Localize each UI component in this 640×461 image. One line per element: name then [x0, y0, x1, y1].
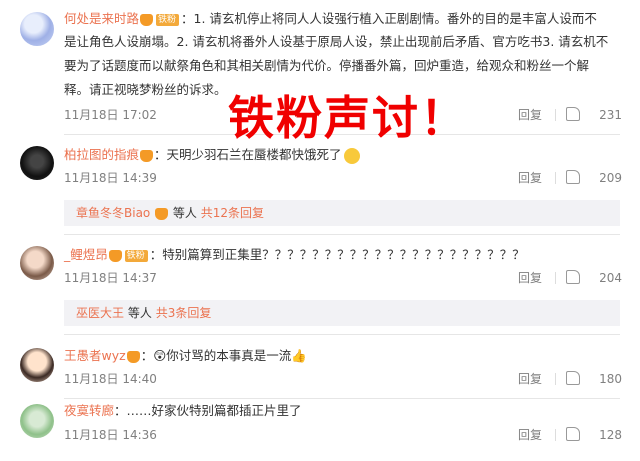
thumbs-up-icon — [566, 427, 580, 441]
reply-username[interactable]: 章鱼冬冬Biao — [76, 206, 150, 220]
reply-suffix: 等人 — [127, 306, 152, 320]
like-count: 180 — [599, 372, 622, 386]
fan-badge: 铁粉 — [124, 249, 148, 262]
avatar[interactable] — [20, 146, 54, 180]
comment-line: 王愚者wyz ：😲你讨骂的本事真是一流👍 — [64, 345, 622, 366]
comment-meta: 11月18日 14:39 回复 209 — [64, 168, 622, 188]
divider — [555, 109, 556, 121]
fan-heart-icon — [108, 249, 122, 262]
username[interactable]: _鲤煜昂 — [64, 247, 108, 262]
reply-suffix: 等人 — [172, 206, 197, 220]
like-count: 231 — [599, 108, 622, 122]
thumbs-up-icon — [566, 107, 580, 121]
avatar[interactable] — [20, 12, 54, 46]
timestamp: 11月18日 14:36 — [64, 428, 157, 442]
thumbs-up-icon — [566, 270, 580, 284]
divider — [555, 272, 556, 284]
reply-button[interactable]: 回复 — [518, 369, 542, 389]
fan-heart-icon — [140, 13, 154, 26]
divider — [555, 172, 556, 184]
timestamp: 11月18日 14:39 — [64, 171, 157, 185]
username[interactable]: 何处是来时路 — [64, 11, 139, 26]
like-count: 209 — [599, 171, 622, 185]
reply-button[interactable]: 回复 — [518, 268, 542, 288]
timestamp: 11月18日 14:37 — [64, 271, 157, 285]
like-button[interactable]: 128 — [560, 425, 622, 445]
reply-username[interactable]: 巫医大王 — [76, 306, 124, 320]
comment-text: ：😲你讨骂的本事真是一流👍 — [140, 348, 307, 363]
username[interactable]: 柏拉图的指痕 — [64, 147, 139, 162]
like-button[interactable]: 231 — [560, 105, 622, 125]
like-button[interactable]: 180 — [560, 369, 622, 389]
thumbs-up-icon — [566, 371, 580, 385]
username[interactable]: 夜寞转廊 — [64, 403, 114, 418]
divider — [64, 334, 620, 335]
comment-text: ：特别篇算到正集里？？？？？？？？？？？？？？？？？？？？？ — [149, 247, 525, 262]
comment-meta: 11月18日 14:37 回复 204 — [64, 268, 622, 288]
comment-text: ：……好家伙特别篇都插正片里了 — [114, 403, 302, 418]
fan-heart-icon — [155, 207, 169, 220]
reply-summary[interactable]: 章鱼冬冬Biao 等人 共12条回复 — [64, 200, 620, 226]
divider — [64, 234, 620, 235]
like-count: 204 — [599, 271, 622, 285]
reply-button[interactable]: 回复 — [518, 425, 542, 445]
comment-text: 要为了话题度而以献祭角色和其相关剧情为代价。停播番外篇，回炉重造，给观众和粉丝一… — [64, 58, 590, 73]
avatar[interactable] — [20, 404, 54, 438]
timestamp: 11月18日 14:40 — [64, 372, 157, 386]
avatar[interactable] — [20, 348, 54, 382]
divider — [555, 429, 556, 441]
reply-summary[interactable]: 巫医大王 等人 共3条回复 — [64, 300, 620, 326]
overlay-caption: 铁粉声讨！ — [228, 91, 468, 145]
like-button[interactable]: 209 — [560, 168, 622, 188]
comment-line: _鲤煜昂 铁粉 ：特别篇算到正集里？？？？？？？？？？？？？？？？？？？？？ — [64, 244, 622, 265]
comment-text: 是让角色人设崩塌。2. 请玄机将番外人设基于原局人设，禁止出现前后矛盾、官方吃书… — [64, 34, 609, 49]
fan-heart-icon — [140, 149, 154, 162]
view-replies-link[interactable]: 共12条回复 — [201, 206, 264, 220]
username[interactable]: 王愚者wyz — [64, 348, 126, 363]
like-button[interactable]: 204 — [560, 268, 622, 288]
laughing-emoji-icon — [343, 147, 360, 164]
fan-heart-icon — [126, 350, 140, 363]
comment-line: 夜寞转廊：……好家伙特别篇都插正片里了 — [64, 400, 622, 421]
fan-badge: 铁粉 — [156, 13, 180, 26]
comment-line: 何处是来时路 铁粉 ：1. 请玄机停止将同人人设强行植入正剧剧情。番外的目的是丰富人… — [64, 8, 622, 29]
view-replies-link[interactable]: 共3条回复 — [156, 306, 212, 320]
comment-text: ：天明少羽石兰在蜃楼都快饿死了 — [154, 147, 342, 162]
thumbs-up-icon — [566, 170, 580, 184]
reply-button[interactable]: 回复 — [518, 168, 542, 188]
like-count: 128 — [599, 428, 622, 442]
divider — [64, 398, 620, 399]
comment-text: ：1. 请玄机停止将同人人设强行植入正剧剧情。番外的目的是丰富人设而不 — [181, 11, 597, 26]
comment-meta: 11月18日 14:36 回复 128 — [64, 425, 622, 445]
divider — [555, 373, 556, 385]
reply-button[interactable]: 回复 — [518, 105, 542, 125]
comment-meta: 11月18日 14:40 回复 180 — [64, 369, 622, 389]
avatar[interactable] — [20, 246, 54, 280]
timestamp: 11月18日 17:02 — [64, 108, 157, 122]
